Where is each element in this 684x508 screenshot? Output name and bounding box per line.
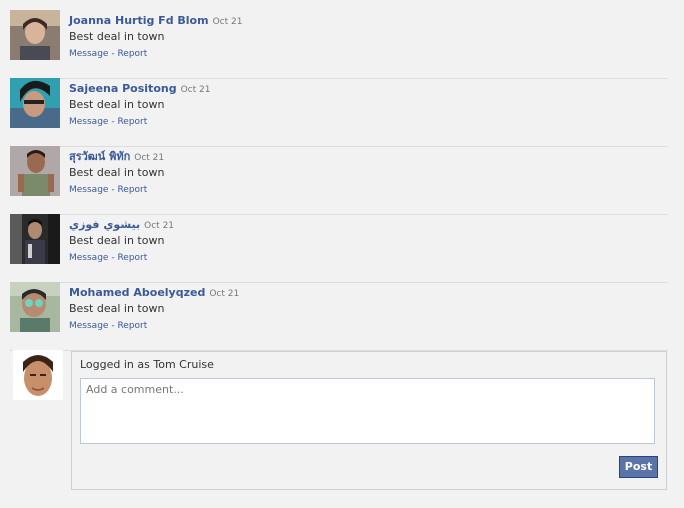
comment-item: بيشوي فوزي Oct 21 Best deal in town Messa… [10,214,668,283]
comment-text: Best deal in town [69,302,165,315]
comment-date: Oct 21 [144,221,175,231]
comment-item: สุรวัฒน์ พิทัก Oct 21 Best deal in town M… [10,146,668,215]
commenter-name-link[interactable]: สุรวัฒน์ พิทัก [69,150,130,163]
avatar[interactable] [10,10,60,60]
comment-text: Best deal in town [69,166,165,179]
comment-input[interactable]: Add a comment... [80,378,655,444]
avatar[interactable] [10,78,60,128]
avatar[interactable] [10,282,60,332]
current-user-avatar [13,350,63,400]
report-link[interactable]: Report [117,253,147,263]
avatar[interactable] [10,146,60,196]
comment-text: Best deal in town [69,234,165,247]
report-link[interactable]: Report [117,185,147,195]
comment-text: Best deal in town [69,98,165,111]
comment-date: Oct 21 [209,289,240,299]
message-link[interactable]: Message [69,185,108,195]
message-link[interactable]: Message [69,253,108,263]
comment-date: Oct 21 [212,17,243,27]
commenter-name-link[interactable]: بيشوي فوزي [69,218,140,231]
comment-item: Mohamed Aboelyqzed Oct 21 Best deal in to… [10,282,668,351]
commenter-name-link[interactable]: Sajeena Positong [69,82,177,95]
comment-date: Oct 21 [134,153,165,163]
comment-date: Oct 21 [180,85,211,95]
message-link[interactable]: Message [69,321,108,331]
report-link[interactable]: Report [117,117,147,127]
comment-item: Sajeena Positong Oct 21 Best deal in town… [10,78,668,147]
comment-composer: Logged in as Tom Cruise Add a comment...… [71,351,667,490]
post-button[interactable]: Post [619,456,658,478]
commenter-name-link[interactable]: Mohamed Aboelyqzed [69,286,205,299]
comment-text: Best deal in town [69,30,165,43]
message-link[interactable]: Message [69,49,108,59]
report-link[interactable]: Report [117,321,147,331]
commenter-name-link[interactable]: Joanna Hurtig Fd Blom [69,14,209,27]
avatar[interactable] [10,214,60,264]
message-link[interactable]: Message [69,117,108,127]
report-link[interactable]: Report [117,49,147,59]
comment-item: Joanna Hurtig Fd Blom Oct 21 Best deal in… [10,10,668,79]
logged-in-text: Logged in as Tom Cruise [80,358,214,371]
